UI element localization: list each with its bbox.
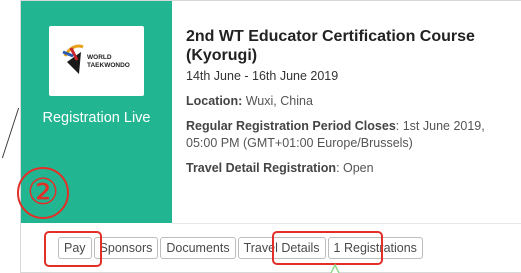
logo-line1: WORLD [87,54,112,61]
event-location: Location: Wuxi, China [186,93,516,110]
world-taekwondo-logo-icon: WORLD TAEKWONDO [62,44,130,74]
location-label: Location: [186,94,243,108]
reg-closes-label: Regular Registration Period Closes [186,119,396,133]
travel-label: Travel Detail Registration [186,161,337,175]
world-taekwondo-logo: WORLD TAEKWONDO [49,26,144,96]
event-title[interactable]: 2nd WT Educator Certification Course (Ky… [186,27,516,65]
pay-highlight-annotation [44,231,102,267]
cursor-pointer-icon [330,263,340,273]
travel-detail-registration: Travel Detail Registration: Open [186,160,516,177]
event-dates: 14th June - 16th June 2019 [186,69,339,83]
step-number-annotation: ② [17,167,69,219]
divider [172,223,521,224]
sponsors-button[interactable]: Sponsors [93,237,159,259]
registration-closes: Regular Registration Period Closes: 1st … [186,118,516,152]
registration-live-label: Registration Live [42,110,151,126]
location-value: Wuxi, China [245,94,313,108]
logo-line2: TAEKWONDO [87,62,130,69]
event-info: 2nd WT Educator Certification Course (Ky… [186,27,516,177]
travel-details-highlight-annotation [272,231,383,265]
documents-button[interactable]: Documents [160,237,236,259]
travel-value: : Open [336,161,374,175]
decorative-dash [0,108,20,158]
